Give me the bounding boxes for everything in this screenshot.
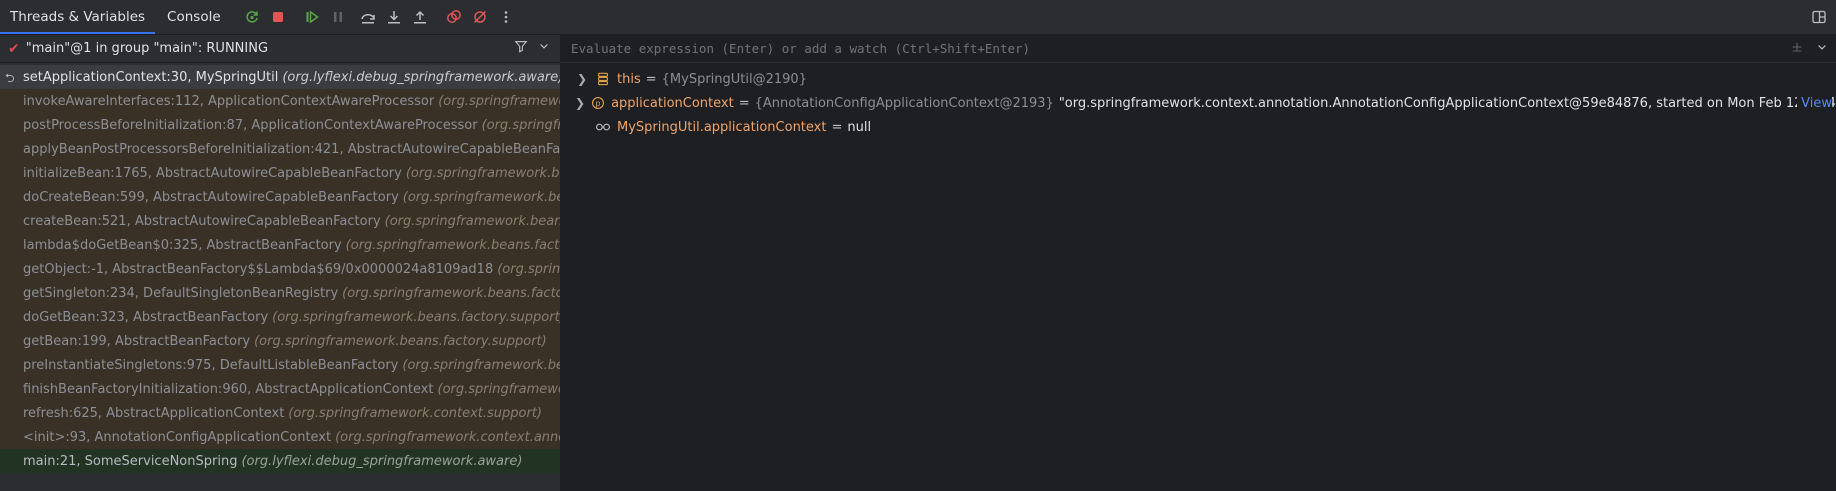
frame-method: getObject:-1, AbstractBeanFactory$$Lambd…: [23, 261, 494, 277]
frame-method: getSingleton:234, DefaultSingletonBeanRe…: [23, 285, 339, 301]
variable-equals: =: [738, 95, 750, 111]
variables-panel: ❯ this = {MySpringUtil@2190} ❯ p applica…: [561, 35, 1836, 491]
frame-method: initializeBean:1765, AbstractAutowireCap…: [23, 165, 402, 181]
frame-method: invokeAwareInterfaces:112, ApplicationCo…: [23, 93, 435, 109]
stop-icon[interactable]: [267, 6, 289, 28]
frame-package: (org.springframework.beans.factory.suppo…: [402, 189, 560, 205]
frame-package: (org.springframework.beans.factory.suppo…: [497, 261, 560, 277]
stack-frame[interactable]: postProcessBeforeInitialization:87, Appl…: [0, 113, 560, 137]
frame-package: (org.springframework.beans.factory.suppo…: [345, 237, 560, 253]
checkmark-icon: ✔: [8, 40, 20, 57]
frame-method: setApplicationContext:30, MySpringUtil: [23, 69, 279, 85]
chevron-right-icon[interactable]: ❯: [575, 72, 589, 86]
frame-package: (org.springframework.beans.factory.suppo…: [342, 285, 560, 301]
watch-row[interactable]: MySpringUtil.applicationContext = null: [561, 115, 1836, 139]
debugger-panel: Threads & Variables Console ✔ "main"@1 i…: [0, 0, 1836, 491]
resume-icon[interactable]: [301, 6, 323, 28]
thread-label: "main"@1 in group "main": RUNNING: [25, 41, 269, 56]
stack-frame[interactable]: getBean:199, AbstractBeanFactory (org.spr…: [0, 329, 560, 353]
frame-method: refresh:625, AbstractApplicationContext: [23, 405, 285, 421]
variable-value: {MySpringUtil@2190}: [661, 71, 807, 87]
add-watch-icon[interactable]: [1790, 40, 1804, 58]
tab-threads-variables[interactable]: Threads & Variables: [0, 0, 156, 34]
stack-frame[interactable]: initializeBean:1765, AbstractAutowireCap…: [0, 161, 560, 185]
frame-method: <init>:93, AnnotationConfigApplicationCo…: [23, 429, 332, 445]
stack-frame[interactable]: lambda$doGetBean$0:325, AbstractBeanFact…: [0, 233, 560, 257]
debugger-toolbar: Threads & Variables Console: [0, 0, 1836, 35]
variable-row[interactable]: ❯ this = {MySpringUtil@2190}: [561, 67, 1836, 91]
frame-package: (org.springframework.beans.factory.suppo…: [272, 309, 560, 325]
frame-method: applyBeanPostProcessorsBeforeInitializat…: [23, 141, 560, 157]
frame-method: lambda$doGetBean$0:325, AbstractBeanFact…: [23, 237, 342, 253]
evaluate-expression-input[interactable]: [569, 40, 1782, 57]
frame-method: postProcessBeforeInitialization:87, Appl…: [23, 117, 478, 133]
thread-selector[interactable]: ✔ "main"@1 in group "main": RUNNING: [0, 35, 560, 63]
more-icon[interactable]: [495, 6, 517, 28]
watch-glasses-icon: [595, 119, 611, 135]
stack-frame[interactable]: getSingleton:234, DefaultSingletonBeanRe…: [0, 281, 560, 305]
stack-frame[interactable]: finishBeanFactoryInitialization:960, Abs…: [0, 377, 560, 401]
chevron-down-icon[interactable]: [538, 40, 550, 56]
frames-panel: ✔ "main"@1 in group "main": RUNNING ⮌ set…: [0, 35, 561, 491]
current-frame-arrow-icon: ⮌: [5, 71, 15, 85]
mute-breakpoints-icon[interactable]: [469, 6, 491, 28]
tab-console[interactable]: Console: [157, 0, 231, 34]
stack-frame[interactable]: createBean:521, AbstractAutowireCapableB…: [0, 209, 560, 233]
frame-method: preInstantiateSingletons:975, DefaultLis…: [23, 357, 399, 373]
rerun-icon[interactable]: [241, 6, 263, 28]
parameter-icon: p: [591, 95, 605, 111]
stack-frame[interactable]: doCreateBean:599, AbstractAutowireCapabl…: [0, 185, 560, 209]
frame-method: doGetBean:323, AbstractBeanFactory: [23, 309, 269, 325]
frame-package: (org.lyflexi.debug_springframework.aware…: [241, 453, 523, 469]
frame-package: (org.springframework.context.support): [481, 117, 560, 133]
variables-tree: ❯ this = {MySpringUtil@2190} ❯ p applica…: [561, 63, 1836, 139]
variable-row[interactable]: ❯ p applicationContext = {AnnotationConf…: [561, 91, 1836, 115]
frame-package: (org.springframework.beans.factory.suppo…: [384, 213, 560, 229]
frame-method: getBean:199, AbstractBeanFactory: [23, 333, 251, 349]
stack-frame[interactable]: <init>:93, AnnotationConfigApplicationCo…: [0, 425, 560, 449]
frame-package: (org.springframework.context.support): [288, 405, 543, 421]
frame-package: (org.springframework.beans.factory.suppo…: [405, 165, 560, 181]
field-stack-icon: [595, 71, 611, 87]
stack-frame[interactable]: invokeAwareInterfaces:112, ApplicationCo…: [0, 89, 560, 113]
watch-expression: MySpringUtil.applicationContext: [617, 119, 827, 135]
frame-method: doCreateBean:599, AbstractAutowireCapabl…: [23, 189, 399, 205]
step-out-icon[interactable]: [409, 6, 431, 28]
step-over-icon[interactable]: [357, 6, 379, 28]
stack-frame[interactable]: refresh:625, AbstractApplicationContext(…: [0, 401, 560, 425]
view-link[interactable]: View: [1797, 95, 1832, 111]
frame-method: main:21, SomeServiceNonSpring: [23, 453, 238, 469]
pause-icon[interactable]: [327, 6, 349, 28]
layout-settings-icon[interactable]: [1808, 6, 1830, 28]
view-breakpoints-icon[interactable]: [443, 6, 465, 28]
stack-frame[interactable]: main:21, SomeServiceNonSpring (org.lyflex…: [0, 449, 560, 473]
stack-frame[interactable]: applyBeanPostProcessorsBeforeInitializat…: [0, 137, 560, 161]
frame-package: (org.lyflexi.debug_springframework.aware…: [282, 69, 560, 85]
variable-name: applicationContext: [611, 95, 734, 111]
filter-icon[interactable]: [514, 39, 528, 57]
chevron-right-icon[interactable]: ❯: [575, 96, 585, 110]
frames-list: ⮌ setApplicationContext:30, MySpringUtil(…: [0, 65, 560, 473]
frame-package: (org.springframework.context.annotation): [335, 429, 560, 445]
variable-name: this: [617, 71, 641, 87]
stack-frame[interactable]: getObject:-1, AbstractBeanFactory$$Lambd…: [0, 257, 560, 281]
stack-frame[interactable]: doGetBean:323, AbstractBeanFactory (org.s…: [0, 305, 560, 329]
frame-method: createBean:521, AbstractAutowireCapableB…: [23, 213, 381, 229]
variable-equals: =: [645, 71, 657, 87]
svg-text:p: p: [596, 99, 601, 108]
frame-package: (org.springframework.beans.factory.suppo…: [254, 333, 547, 349]
variable-equals: =: [831, 119, 843, 135]
stack-frame[interactable]: ⮌ setApplicationContext:30, MySpringUtil(…: [0, 65, 560, 89]
frame-package: (org.springframework.context.support): [437, 381, 560, 397]
variable-string-value: "org.springframework.context.annotation.…: [1058, 95, 1836, 111]
evaluate-bar: [561, 35, 1836, 63]
variable-value: {AnnotationConfigApplicationContext@2193…: [754, 95, 1054, 111]
frame-package: (org.springframework.context.support): [438, 93, 560, 109]
frame-package: (org.springframework.beans.factory.suppo…: [402, 357, 560, 373]
watch-value: null: [847, 119, 872, 135]
step-into-icon[interactable]: [383, 6, 405, 28]
frame-method: finishBeanFactoryInitialization:960, Abs…: [23, 381, 434, 397]
stack-frame[interactable]: preInstantiateSingletons:975, DefaultLis…: [0, 353, 560, 377]
chevron-down-icon[interactable]: [1816, 41, 1828, 57]
